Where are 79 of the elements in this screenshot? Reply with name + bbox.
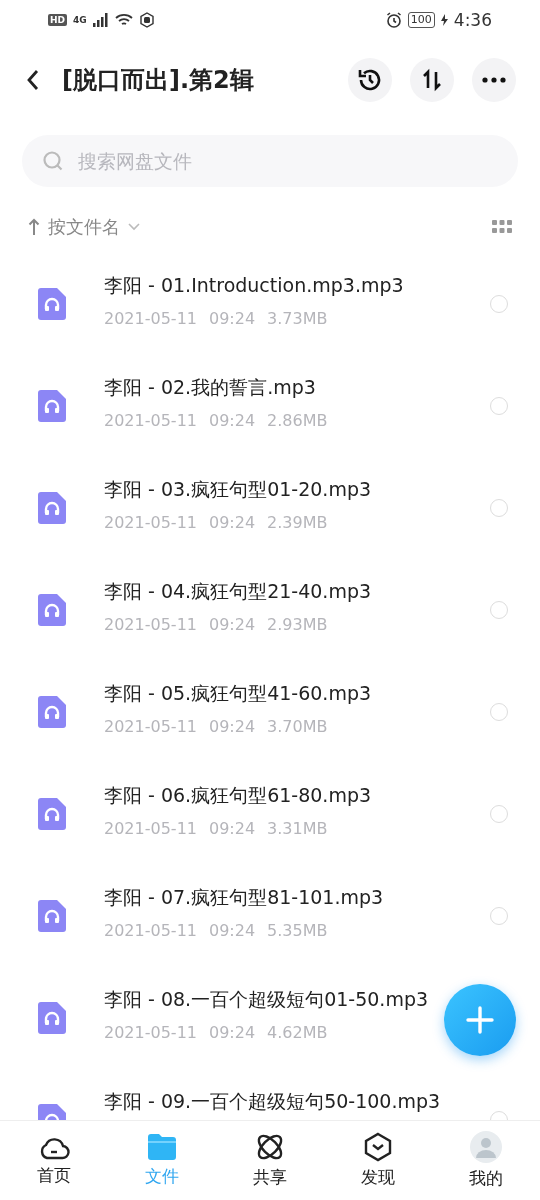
file-date: 2021-05-11 <box>104 309 197 328</box>
file-date: 2021-05-11 <box>104 1023 197 1042</box>
file-time: 09:24 <box>209 717 256 736</box>
file-time: 09:24 <box>209 819 256 838</box>
audio-file-icon <box>38 390 66 422</box>
file-size: 3.73MB <box>267 309 328 328</box>
charging-icon <box>440 14 448 26</box>
file-date: 2021-05-11 <box>104 615 197 634</box>
more-icon <box>482 77 506 83</box>
audio-file-icon <box>38 696 66 728</box>
file-name: 李阳 - 07.疯狂句型81-101.mp3 <box>104 885 385 910</box>
file-name: 李阳 - 03.疯狂句型01-20.mp3 <box>104 477 373 502</box>
file-size: 2.93MB <box>267 615 328 634</box>
file-size: 4.62MB <box>267 1023 328 1042</box>
file-row[interactable]: 李阳 - 05.疯狂句型41-60.mp3 2021-05-11 09:24 3.70MB <box>0 661 540 763</box>
back-icon <box>26 69 40 91</box>
nav-tab[interactable]: 发现 <box>324 1121 432 1200</box>
hexagon-icon <box>363 1132 393 1162</box>
nav-tab[interactable]: 首页 <box>0 1121 108 1200</box>
caret-icon <box>128 223 140 231</box>
file-row[interactable]: 李阳 - 03.疯狂句型01-20.mp3 2021-05-11 09:24 2.39MB <box>0 457 540 559</box>
file-time: 09:24 <box>209 513 256 532</box>
file-name: 李阳 - 02.我的誓言.mp3 <box>104 375 317 400</box>
file-size: 2.86MB <box>267 411 328 430</box>
file-name: 李阳 - 01.Introduction.mp3.mp3 <box>104 273 405 298</box>
battery-level: 100 <box>407 12 435 28</box>
file-date: 2021-05-11 <box>104 513 197 532</box>
file-time: 09:24 <box>209 615 256 634</box>
search-icon <box>42 150 64 172</box>
sort-dropdown[interactable]: 按文件名 <box>28 215 140 239</box>
grid-view-icon[interactable] <box>492 220 512 234</box>
add-button[interactable] <box>444 984 516 1056</box>
file-name: 李阳 - 09.一百个超级短句50-100.mp3 <box>104 1089 442 1114</box>
plus-icon <box>465 1005 495 1035</box>
folder-icon <box>146 1133 178 1161</box>
history-button[interactable] <box>348 58 392 102</box>
file-size: 3.31MB <box>267 819 328 838</box>
file-date: 2021-05-11 <box>104 717 197 736</box>
signal-icon <box>92 13 109 27</box>
file-row[interactable]: 李阳 - 01.Introduction.mp3.mp3 2021-05-11 09:24 3.73MB <box>0 253 540 355</box>
folder-title: [脱口而出].第2辑 <box>62 65 255 96</box>
file-row[interactable]: 李阳 - 02.我的誓言.mp3 2021-05-11 09:24 2.86MB <box>0 355 540 457</box>
orbit-icon <box>255 1132 285 1162</box>
file-date: 2021-05-11 <box>104 411 197 430</box>
audio-file-icon <box>38 798 66 830</box>
file-row[interactable]: 李阳 - 06.疯狂句型61-80.mp3 2021-05-11 09:24 3.31MB <box>0 763 540 865</box>
hd-badge: HD <box>48 14 67 26</box>
audio-file-icon <box>38 900 66 932</box>
file-name: 李阳 - 06.疯狂句型61-80.mp3 <box>104 783 373 808</box>
audio-file-icon <box>38 288 66 320</box>
clock: 4:36 <box>453 10 492 30</box>
file-date: 2021-05-11 <box>104 819 197 838</box>
audio-file-icon <box>38 1002 66 1034</box>
sort-button[interactable] <box>410 58 454 102</box>
up-arrow-icon <box>28 218 40 236</box>
file-time: 09:24 <box>209 411 256 430</box>
file-row[interactable]: 李阳 - 04.疯狂句型21-40.mp3 2021-05-11 09:24 2.93MB <box>0 559 540 661</box>
file-date: 2021-05-11 <box>104 921 197 940</box>
history-icon <box>357 67 383 93</box>
search-field[interactable]: 搜索网盘文件 <box>22 135 518 187</box>
alarm-icon <box>385 12 402 28</box>
file-name: 李阳 - 05.疯狂句型41-60.mp3 <box>104 681 373 706</box>
more-button[interactable] <box>472 58 516 102</box>
file-time: 09:24 <box>209 309 256 328</box>
network-label: 4G <box>73 15 87 25</box>
nav-tab[interactable]: 共享 <box>216 1121 324 1200</box>
audio-file-icon <box>38 492 66 524</box>
audio-file-icon <box>38 594 66 626</box>
file-name: 李阳 - 08.一百个超级短句01-50.mp3 <box>104 987 430 1012</box>
file-time: 09:24 <box>209 921 256 940</box>
nav-tab[interactable]: 我的 <box>432 1121 540 1200</box>
avatar-icon <box>470 1131 502 1163</box>
wifi-icon <box>114 13 133 27</box>
file-time: 09:24 <box>209 1023 256 1042</box>
file-row[interactable]: 李阳 - 07.疯狂句型81-101.mp3 2021-05-11 09:24 5.35MB <box>0 865 540 967</box>
file-size: 3.70MB <box>267 717 328 736</box>
file-size: 2.39MB <box>267 513 328 532</box>
file-size: 5.35MB <box>267 921 328 940</box>
file-name: 李阳 - 04.疯狂句型21-40.mp3 <box>104 579 373 604</box>
